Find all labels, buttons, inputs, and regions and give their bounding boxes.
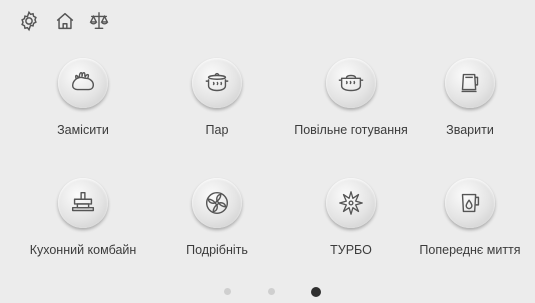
settings-gear-icon[interactable]: [18, 10, 40, 32]
page-dot-2[interactable]: [268, 288, 275, 295]
food-processor-icon: [58, 178, 108, 228]
page-dot-3-active[interactable]: [311, 287, 321, 297]
program-label: Попереднє миття: [419, 243, 521, 257]
kneading-dough-icon: [58, 58, 108, 108]
program-label: Зварити: [446, 123, 494, 137]
turbo-star-icon: [326, 178, 376, 228]
program-label: Подрібніть: [186, 243, 248, 257]
top-toolbar: [0, 0, 535, 40]
chop-blade-icon: [192, 178, 242, 228]
prewash-jug-icon: [445, 178, 495, 228]
program-label: Кухонний комбайн: [29, 243, 137, 257]
steam-pot-icon: [192, 58, 242, 108]
home-icon[interactable]: [54, 10, 76, 32]
scale-icon[interactable]: [88, 10, 110, 32]
kettle-icon: [445, 58, 495, 108]
program-label: Пар: [205, 123, 229, 137]
program-label: Замісити: [57, 123, 109, 137]
page-dot-1[interactable]: [224, 288, 231, 295]
slow-cook-pot-icon: [326, 58, 376, 108]
program-label: ТУРБО: [330, 243, 372, 257]
program-label: Повільне готування: [294, 123, 408, 137]
page-indicator: [0, 287, 535, 300]
